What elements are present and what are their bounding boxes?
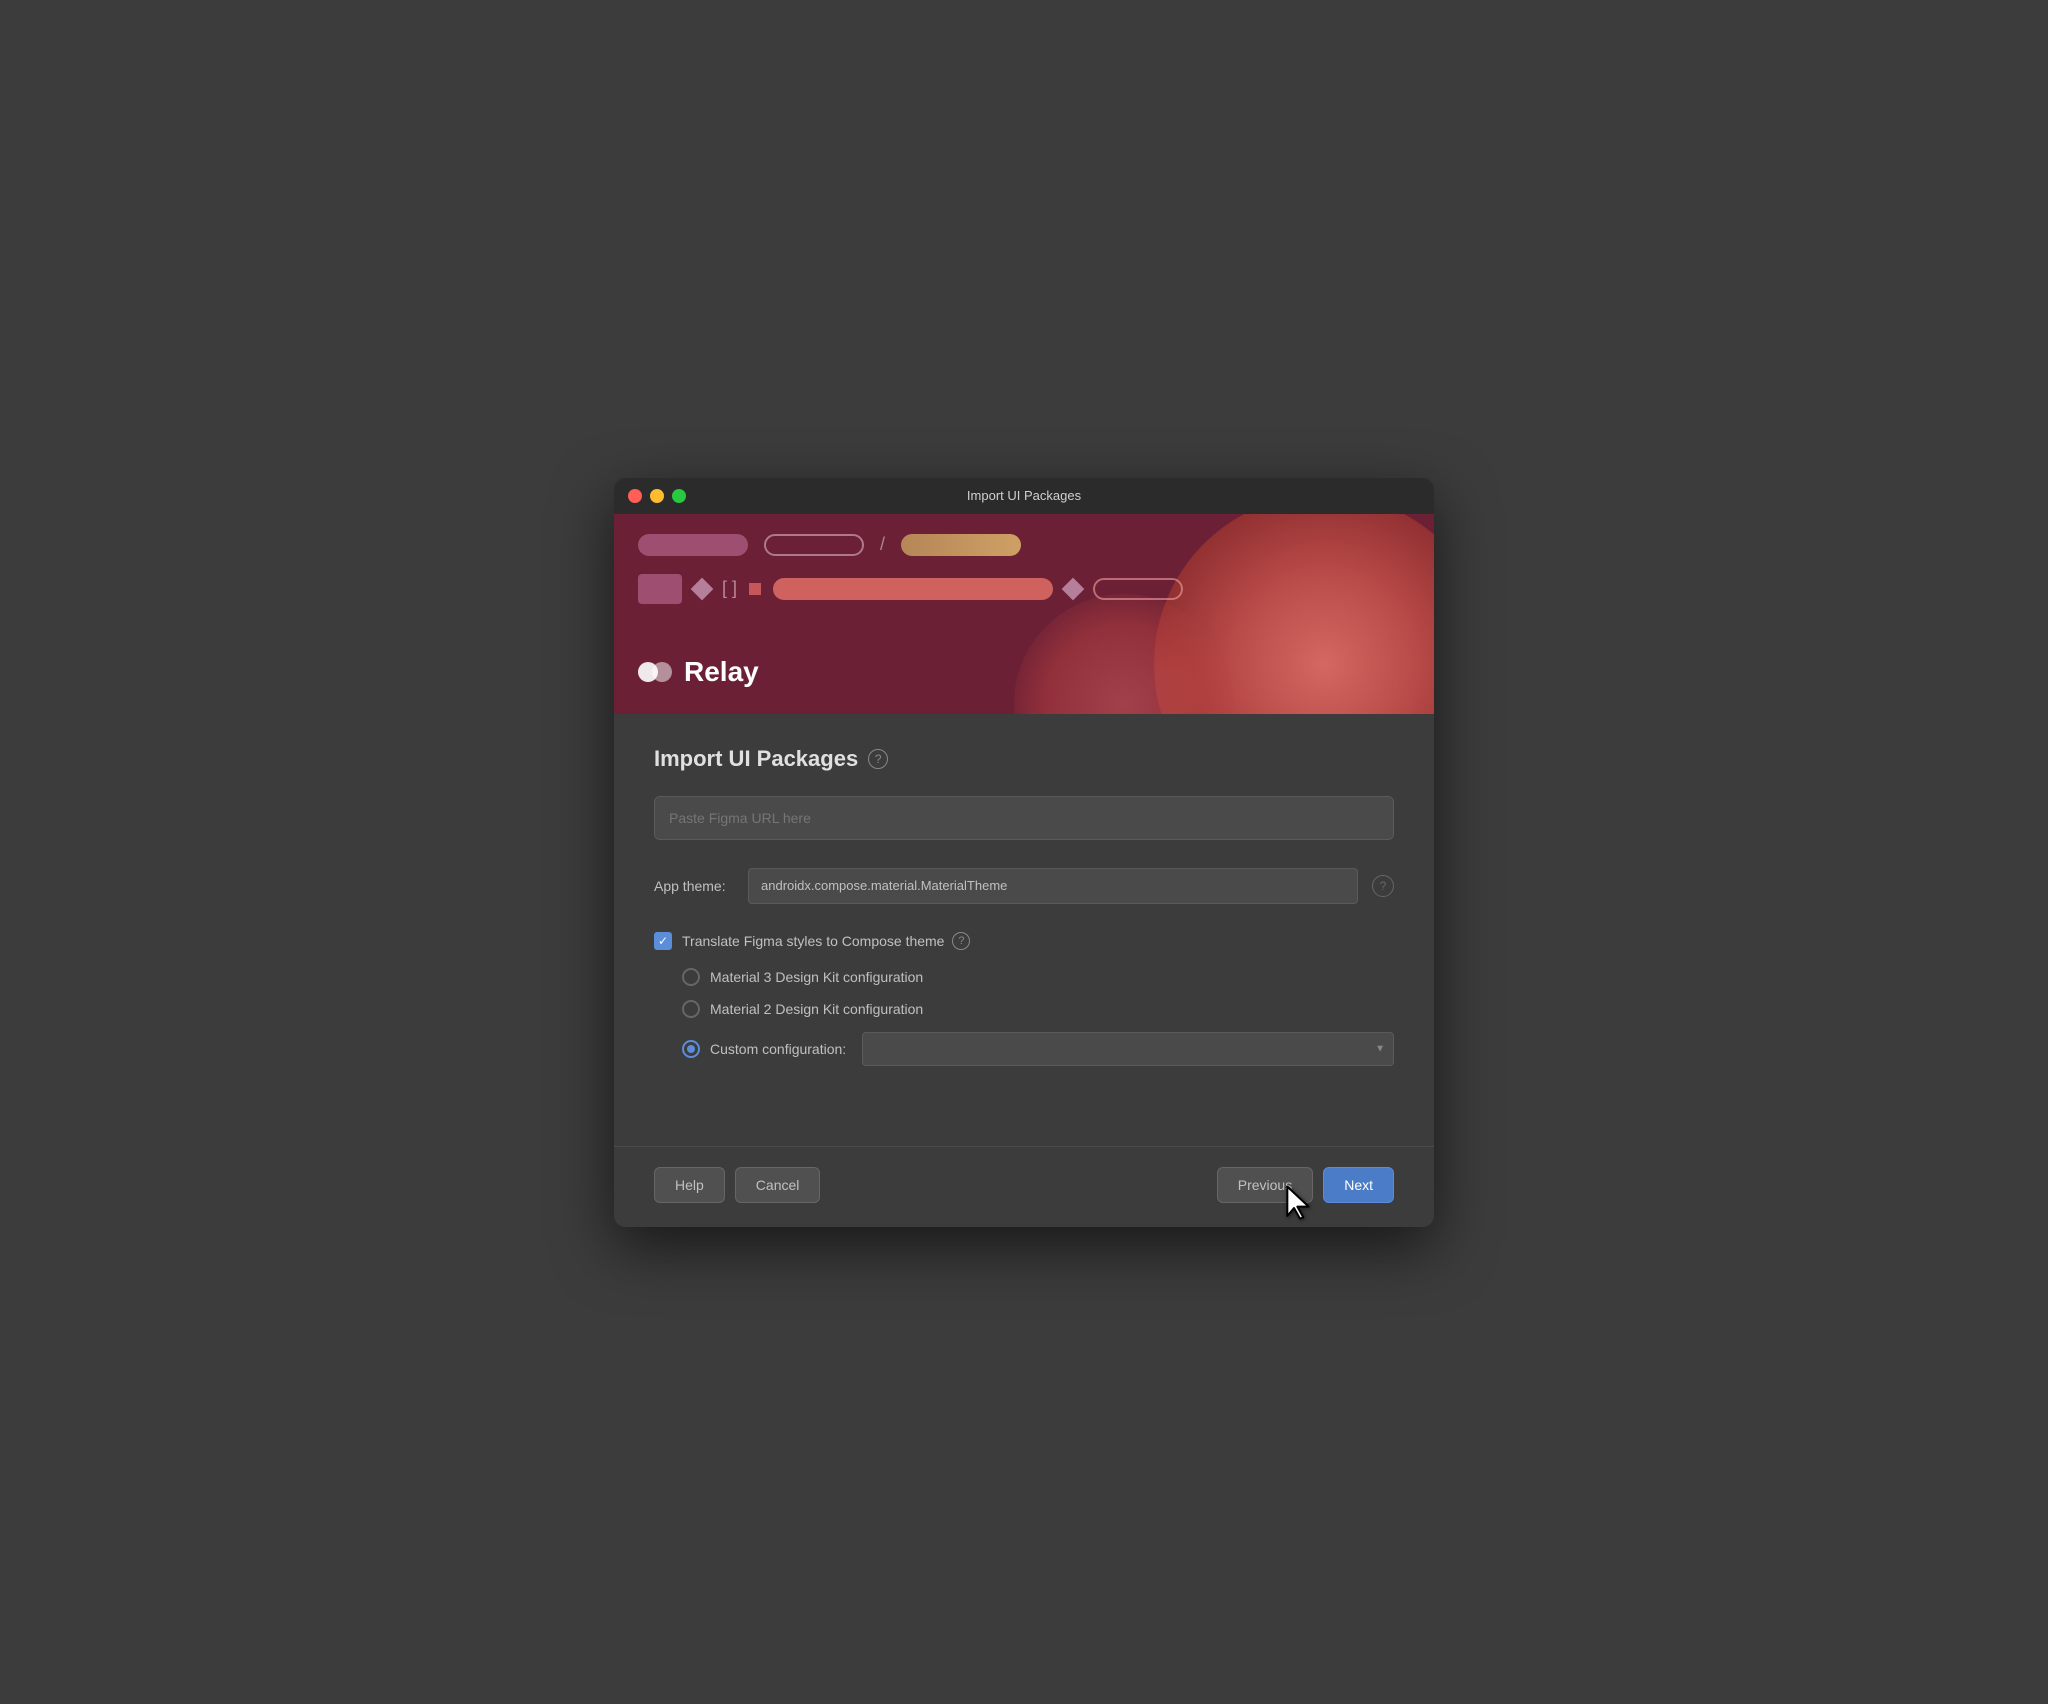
relay-logo: Relay [638,654,759,690]
radio-material2-row: Material 2 Design Kit configuration [682,1000,1394,1018]
banner-pill-pink [773,578,1053,600]
radio-material2-label: Material 2 Design Kit configuration [710,1001,923,1017]
translate-checkbox-row: ✓ Translate Figma styles to Compose them… [654,932,1394,950]
banner-pill-gradient [901,534,1021,556]
radio-material3-label: Material 3 Design Kit configuration [710,969,923,985]
translate-help-icon[interactable]: ? [952,932,970,950]
cancel-button[interactable]: Cancel [735,1167,821,1203]
banner-row-1: / [638,534,1410,556]
app-theme-help-icon[interactable]: ? [1372,875,1394,897]
minimize-button[interactable] [650,489,664,503]
app-theme-label: App theme: [654,878,734,894]
radio-custom-row: Custom configuration: ▼ [682,1032,1394,1066]
window-title: Import UI Packages [967,488,1081,503]
custom-config-dropdown[interactable]: ▼ [862,1032,1394,1066]
translate-checkbox[interactable]: ✓ [654,932,672,950]
banner-pill-1 [638,534,748,556]
maximize-button[interactable] [672,489,686,503]
page-title-help-icon[interactable]: ? [868,749,888,769]
banner-diamond-1 [691,577,714,600]
title-bar: Import UI Packages [614,478,1434,514]
relay-logo-icon [638,654,674,690]
figma-url-input[interactable] [654,796,1394,840]
banner-bracket: [ ] [722,578,737,599]
banner-rect [638,574,682,604]
checkmark-icon: ✓ [658,935,668,947]
window-controls [628,489,686,503]
banner-row-2: [ ] [638,574,1410,604]
main-window: Import UI Packages / [ ] [614,478,1434,1227]
banner: / [ ] Relay [614,514,1434,714]
page-title: Import UI Packages [654,746,858,772]
banner-slash: / [880,534,885,555]
translate-label: Translate Figma styles to Compose theme … [682,932,970,950]
radio-material3-row: Material 3 Design Kit configuration [682,968,1394,986]
next-button[interactable]: Next [1323,1167,1394,1203]
content-area: Import UI Packages ? App theme: ? ✓ Tran… [614,714,1434,1086]
help-button[interactable]: Help [654,1167,725,1203]
footer: Help Cancel Previous Next [614,1146,1434,1227]
page-title-row: Import UI Packages ? [654,746,1394,772]
radio-custom[interactable] [682,1040,700,1058]
dropdown-arrow-icon: ▼ [1375,1043,1385,1054]
app-theme-row: App theme: ? [654,868,1394,904]
banner-pill-outline-pink [1093,578,1183,600]
content-wrapper: Import UI Packages ? App theme: ? ✓ Tran… [614,714,1434,1227]
radio-group: Material 3 Design Kit configuration Mate… [682,968,1394,1066]
close-button[interactable] [628,489,642,503]
custom-config-container: ▼ [862,1032,1394,1066]
banner-pill-2 [764,534,864,556]
radio-material3[interactable] [682,968,700,986]
previous-button[interactable]: Previous [1217,1167,1313,1203]
banner-diamond-2 [1062,577,1085,600]
footer-right: Previous Next [1217,1167,1394,1203]
radio-material2[interactable] [682,1000,700,1018]
relay-logo-text: Relay [684,656,759,688]
banner-square [749,583,761,595]
radio-custom-label: Custom configuration: [710,1041,846,1057]
footer-left: Help Cancel [654,1167,820,1203]
app-theme-input[interactable] [748,868,1358,904]
